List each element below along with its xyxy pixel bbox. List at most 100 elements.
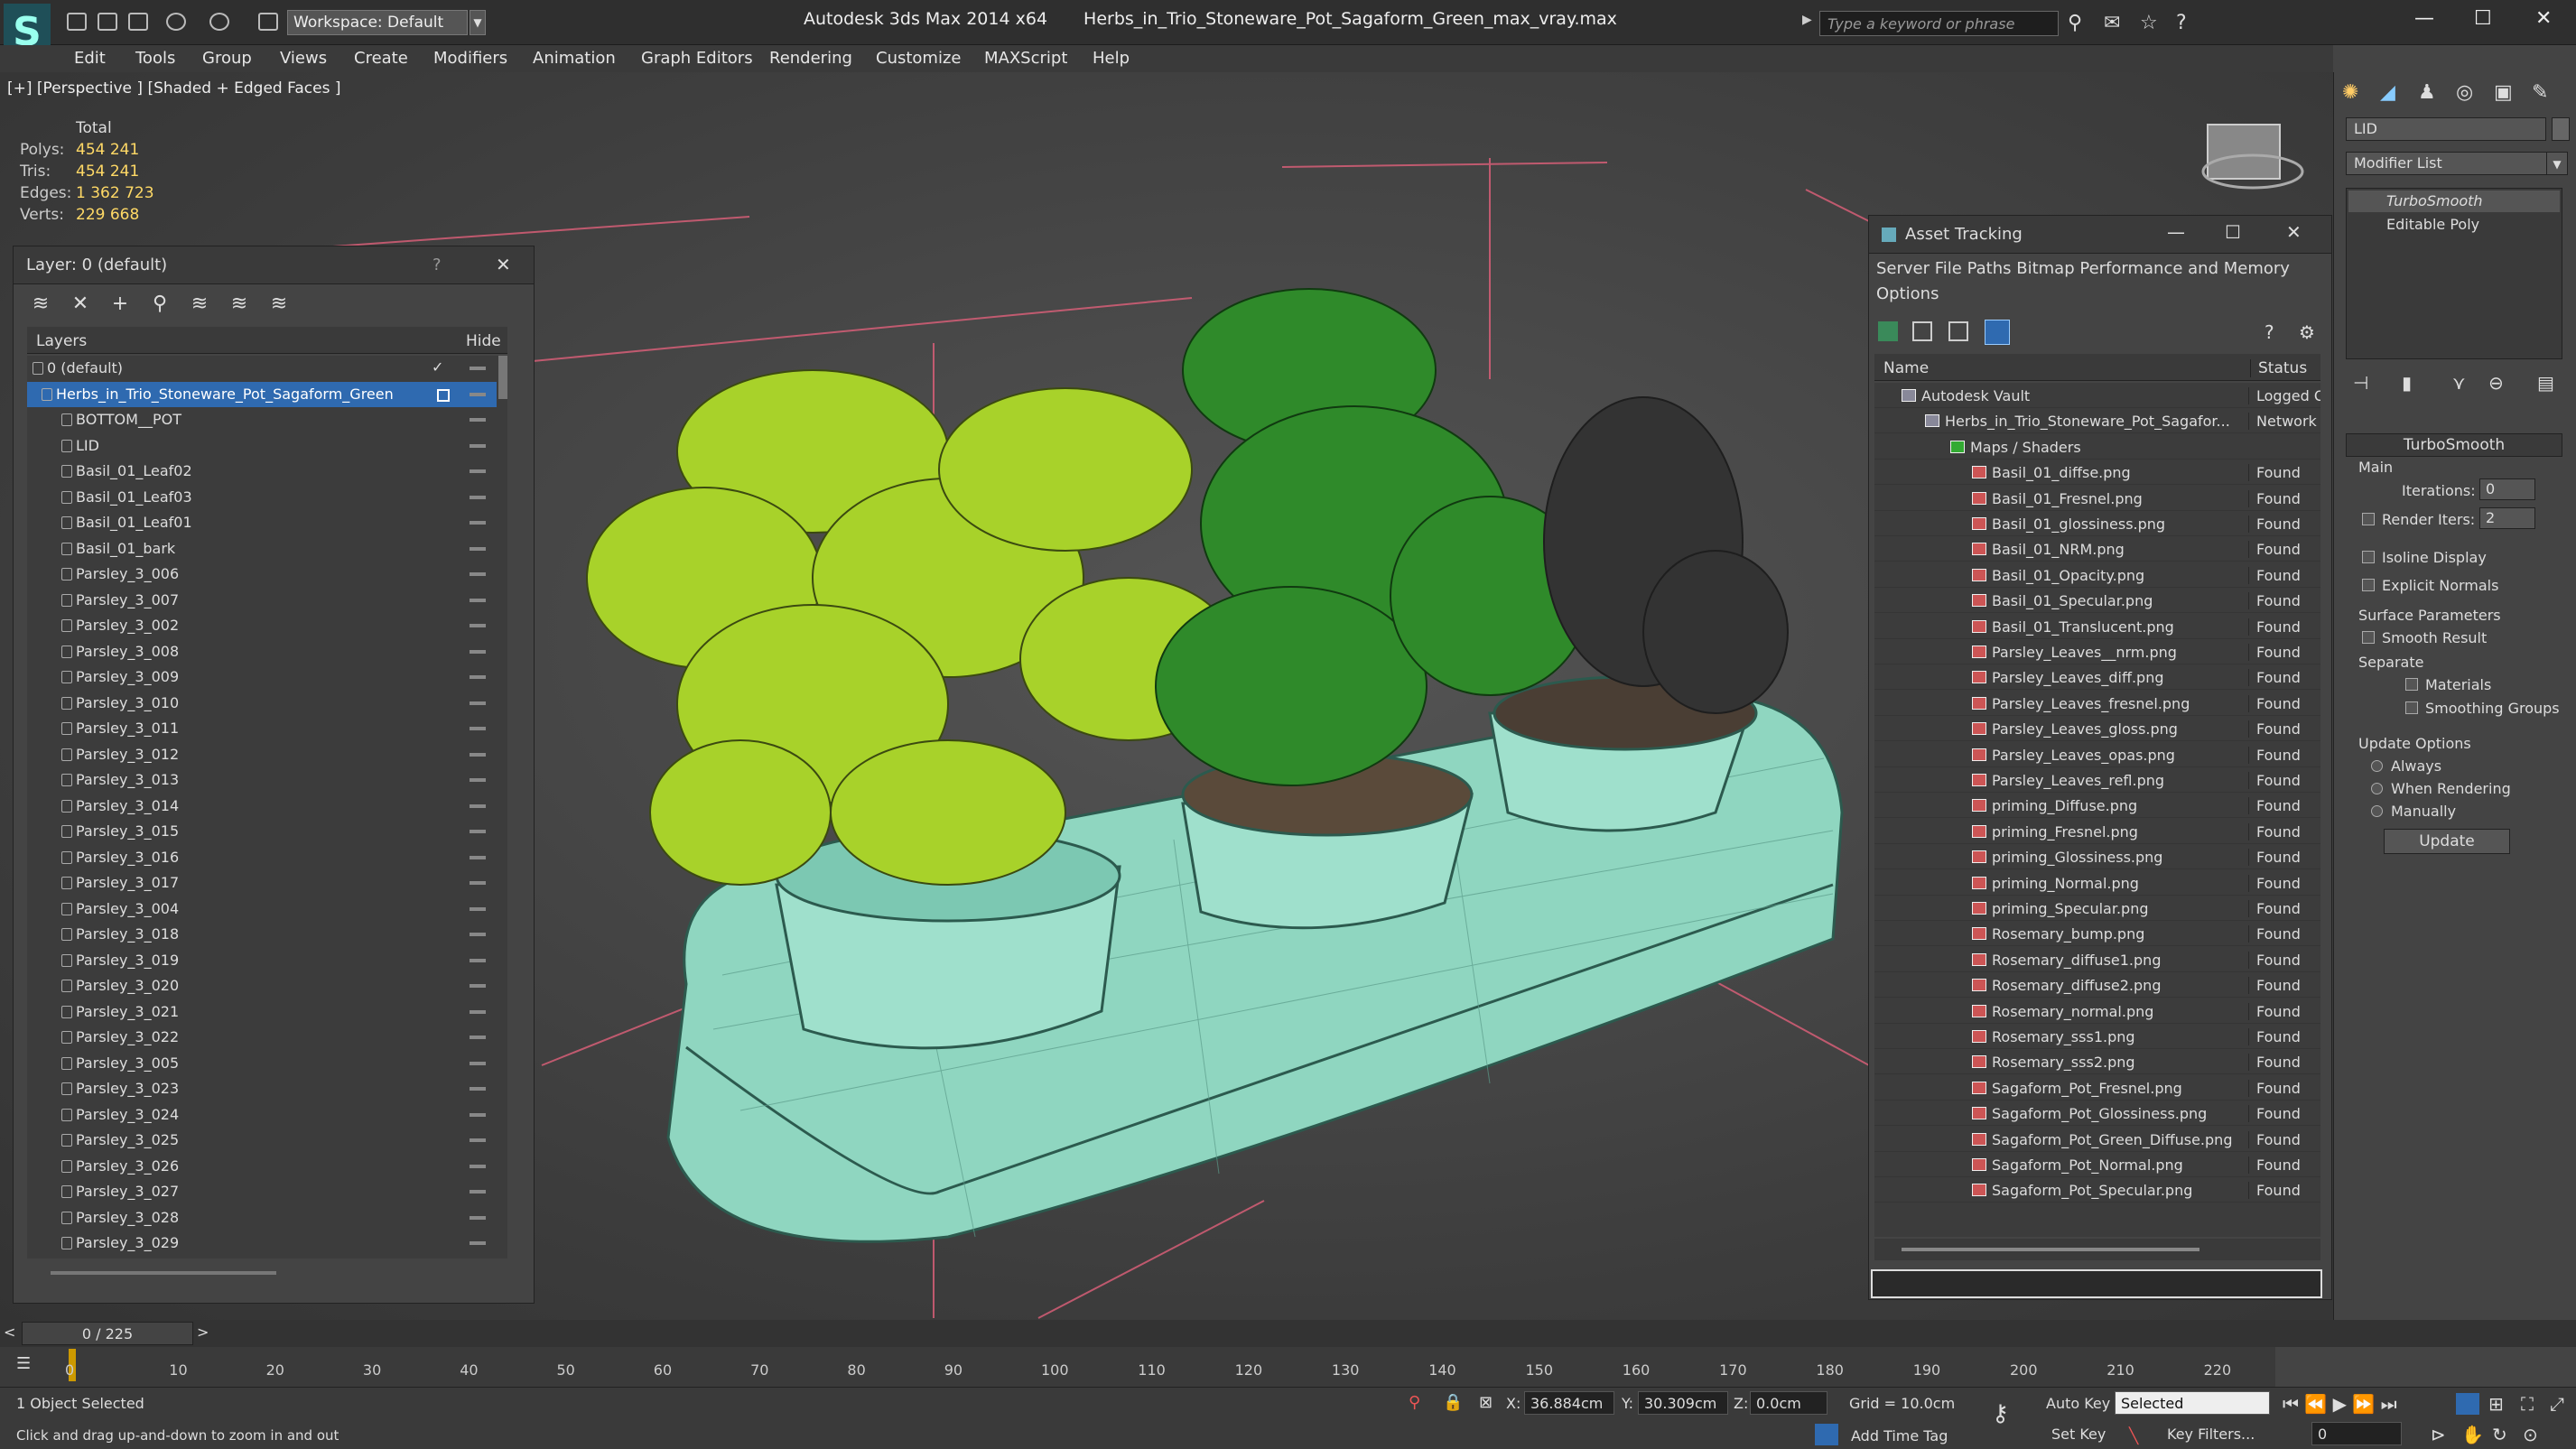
asset-hscrollbar[interactable]: [1902, 1248, 2199, 1251]
layer-row[interactable]: Parsley_3_008: [27, 639, 497, 664]
layer-row[interactable]: Basil_01_Leaf02: [27, 459, 497, 484]
hide-toggle[interactable]: [470, 933, 486, 936]
prev-frame-icon[interactable]: <: [4, 1324, 15, 1341]
close-icon[interactable]: ✕: [496, 254, 511, 275]
asset-row[interactable]: Basil_01_diffse.png Found: [1874, 460, 2320, 486]
update-button[interactable]: Update: [2384, 829, 2510, 854]
project-icon[interactable]: [258, 13, 278, 31]
modify-tab-icon[interactable]: ◢: [2380, 81, 2395, 104]
layer-row[interactable]: Parsley_3_006: [27, 562, 497, 587]
hide-toggle[interactable]: [470, 675, 486, 679]
layer-row[interactable]: Parsley_3_019: [27, 948, 497, 973]
hide-toggle[interactable]: [470, 598, 486, 602]
play-icon[interactable]: ▶: [2333, 1393, 2347, 1415]
asset-row[interactable]: Maps / Shaders: [1874, 434, 2320, 460]
maximize-viewport-icon[interactable]: ⤢: [2550, 1393, 2564, 1415]
hide-toggle[interactable]: [470, 752, 486, 757]
refresh-icon[interactable]: [1878, 321, 1898, 341]
orbit-icon[interactable]: ↻: [2492, 1424, 2507, 1445]
asset-row[interactable]: Parsley_Leaves_gloss.png Found: [1874, 716, 2320, 742]
configure-sets-icon[interactable]: ▤: [2537, 372, 2554, 394]
layer-row[interactable]: Parsley_3_018: [27, 922, 497, 947]
zoom-all-icon[interactable]: ⊞: [2488, 1393, 2504, 1415]
layer-row[interactable]: Parsley_3_011: [27, 716, 497, 741]
asset-row[interactable]: Basil_01_Opacity.png Found: [1874, 562, 2320, 588]
asset-row[interactable]: Rosemary_sss1.png Found: [1874, 1024, 2320, 1049]
hierarchy-tab-icon[interactable]: ♟: [2418, 81, 2436, 104]
explicit-normals-checkbox[interactable]: [2362, 579, 2375, 591]
col-hide[interactable]: Hide: [466, 332, 501, 350]
render-iters-spinner[interactable]: 2: [2479, 507, 2535, 529]
asset-row[interactable]: Rosemary_diffuse2.png Found: [1874, 972, 2320, 999]
highlight-layer-icon[interactable]: ≋: [186, 293, 213, 316]
asset-row[interactable]: Rosemary_bump.png Found: [1874, 921, 2320, 947]
menu-maxscript[interactable]: MAXScript: [984, 49, 1067, 68]
layer-hscrollbar[interactable]: [51, 1271, 276, 1275]
hide-toggle[interactable]: [470, 1009, 486, 1014]
col-name[interactable]: Name: [1883, 359, 1929, 377]
menu-views[interactable]: Views: [280, 49, 327, 68]
workspace-dropdown-icon[interactable]: ▼: [470, 10, 486, 35]
hide-toggle[interactable]: [470, 546, 486, 551]
lock-selection-icon[interactable]: 🔒: [1443, 1393, 1463, 1412]
next-frame-icon[interactable]: >: [197, 1324, 209, 1341]
layer-row[interactable]: Basil_01_Leaf03: [27, 485, 497, 510]
open-icon[interactable]: [98, 13, 117, 31]
layer-row[interactable]: Parsley_3_012: [27, 742, 497, 767]
menu-graph-editors[interactable]: Graph Editors: [641, 49, 753, 68]
layer-row[interactable]: Parsley_3_013: [27, 767, 497, 793]
menu-animation[interactable]: Animation: [533, 49, 616, 68]
col-status[interactable]: Status: [2250, 359, 2307, 377]
hide-toggle[interactable]: [470, 624, 486, 627]
curve-editor-icon[interactable]: ☰: [16, 1354, 31, 1373]
hide-toggle[interactable]: [470, 701, 486, 705]
asset-row[interactable]: Sagaform_Pot_Fresnel.png Found: [1874, 1075, 2320, 1101]
layer-row[interactable]: Parsley_3_022: [27, 1025, 497, 1050]
zoom-extents-icon[interactable]: ⛶: [2521, 1393, 2534, 1415]
hide-toggle[interactable]: [470, 1138, 486, 1142]
hide-toggle[interactable]: [470, 906, 486, 911]
stack-editable-poly[interactable]: Editable Poly: [2348, 214, 2560, 236]
search-input[interactable]: Type a keyword or phrase: [1819, 11, 2059, 36]
asset-window-titlebar[interactable]: Asset Tracking — ☐ ✕: [1869, 216, 2331, 254]
asset-row[interactable]: Sagaform_Pot_Specular.png Found: [1874, 1177, 2320, 1203]
hide-toggle[interactable]: [470, 521, 486, 525]
y-coord-field[interactable]: 30.309cm: [1638, 1391, 1728, 1415]
layer-row[interactable]: Parsley_3_005: [27, 1051, 497, 1076]
asset-row[interactable]: Basil_01_NRM.png Found: [1874, 536, 2320, 562]
layer-row[interactable]: Parsley_3_015: [27, 819, 497, 844]
add-to-layer-icon[interactable]: +: [107, 293, 134, 316]
hide-all-icon[interactable]: ≋: [226, 293, 253, 316]
make-unique-icon[interactable]: ⋎: [2452, 372, 2466, 394]
hide-toggle[interactable]: [470, 984, 486, 988]
walk-icon[interactable]: ⊙: [2523, 1424, 2538, 1445]
go-to-end-icon[interactable]: ⏭: [2381, 1393, 2397, 1415]
asset-row[interactable]: Parsley_Leaves_opas.png Found: [1874, 742, 2320, 767]
menu-help[interactable]: Help: [1093, 49, 1130, 68]
maximize-icon[interactable]: ☐: [2225, 221, 2241, 243]
smooth-result-checkbox[interactable]: [2362, 631, 2375, 644]
menu-edit[interactable]: Edit: [74, 49, 106, 68]
layer-row[interactable]: Parsley_3_027: [27, 1179, 497, 1204]
list-view-icon[interactable]: [1912, 321, 1932, 341]
field-of-view-icon[interactable]: ⊳: [2431, 1424, 2446, 1445]
viewport-label[interactable]: [+] [Perspective ] [Shaded + Edged Faces…: [7, 79, 340, 98]
key-set-select[interactable]: Selected: [2115, 1391, 2270, 1415]
key-icon[interactable]: ⚷: [1992, 1400, 2009, 1427]
asset-list[interactable]: Autodesk Vault Logged O Herbs_in_Trio_Ston…: [1874, 383, 2320, 1237]
manually-radio[interactable]: [2371, 805, 2383, 817]
hide-toggle[interactable]: [470, 855, 486, 859]
isolate-icon[interactable]: ⚲: [1409, 1393, 1420, 1412]
asset-row[interactable]: Basil_01_glossiness.png Found: [1874, 511, 2320, 536]
layer-row[interactable]: Basil_01_bark: [27, 536, 497, 562]
layer-row[interactable]: BOTTOM__POT: [27, 407, 497, 432]
hide-toggle[interactable]: [470, 958, 486, 962]
asset-row[interactable]: Parsley_Leaves_diff.png Found: [1874, 664, 2320, 691]
help-icon[interactable]: ?: [2264, 321, 2274, 343]
modifier-stack[interactable]: TurboSmooth Editable Poly: [2346, 188, 2562, 359]
asset-row[interactable]: Rosemary_diffuse1.png Found: [1874, 947, 2320, 972]
col-layers[interactable]: Layers: [36, 332, 87, 350]
asset-path-field[interactable]: [1871, 1269, 2322, 1298]
layer-row[interactable]: Parsley_3_016: [27, 845, 497, 870]
iterations-spinner[interactable]: 0: [2479, 478, 2535, 500]
